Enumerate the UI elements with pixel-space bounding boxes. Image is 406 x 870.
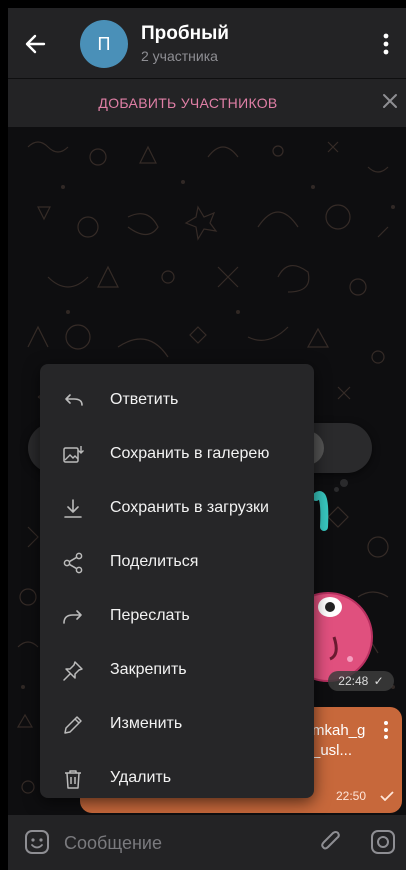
menu-label-forward: Переслать xyxy=(110,607,190,624)
menu-label-save-gallery: Сохранить в галерею xyxy=(110,445,270,462)
sticker-smile-icon xyxy=(25,830,49,854)
sticker-timestamp: 22:48 ✓ xyxy=(328,671,394,691)
paperclip-icon xyxy=(321,831,340,850)
sticker-time: 22:48 xyxy=(338,674,369,688)
menu-label-edit: Изменить xyxy=(110,715,183,732)
message-input[interactable]: Сообщение xyxy=(64,833,162,854)
reactions-tail-small xyxy=(334,487,339,492)
edit-icon xyxy=(64,716,82,734)
close-icon xyxy=(383,94,397,108)
file-name-line2: _usl... xyxy=(312,742,353,759)
file-menu-icon[interactable] xyxy=(380,719,392,741)
camera-button[interactable] xyxy=(370,829,396,855)
message-context-menu: Ответить Сохранить в галерею Сохранить в… xyxy=(40,364,314,798)
chat-header: П Пробный 2 участника xyxy=(8,8,406,79)
file-name-line1: mkah_g xyxy=(312,722,366,739)
avatar-letter: П xyxy=(97,33,111,54)
add-members-button[interactable]: ДОБАВИТЬ УЧАСТНИКОВ xyxy=(8,95,368,111)
reactions-tail xyxy=(340,479,348,487)
attach-button[interactable] xyxy=(318,829,344,855)
save-gallery-icon xyxy=(63,446,84,463)
menu-item-delete[interactable]: Удалить xyxy=(40,752,314,806)
reply-icon xyxy=(65,394,83,406)
add-members-bar: ДОБАВИТЬ УЧАСТНИКОВ xyxy=(8,79,406,127)
file-timestamp: 22:50 xyxy=(336,789,367,803)
menu-label-save-downloads: Сохранить в загрузки xyxy=(110,499,269,516)
close-add-bar-button[interactable] xyxy=(380,91,400,111)
menu-item-reply[interactable]: Ответить xyxy=(40,374,314,428)
menu-item-forward[interactable]: Переслать xyxy=(40,590,314,644)
read-check-icon: ✓ xyxy=(373,674,384,688)
menu-item-edit[interactable]: Изменить xyxy=(40,698,314,752)
share-icon xyxy=(63,552,83,574)
back-button[interactable] xyxy=(22,30,50,58)
chat-screen: П Пробный 2 участника ДОБАВИТЬ УЧАСТНИКО… xyxy=(8,8,406,870)
download-icon xyxy=(64,499,82,518)
more-vertical-icon xyxy=(383,33,389,55)
menu-label-delete: Удалить xyxy=(110,769,172,786)
avatar[interactable]: П xyxy=(80,20,128,68)
sent-check-icon xyxy=(380,791,394,801)
menu-label-share: Поделиться xyxy=(110,553,199,570)
forward-icon xyxy=(63,610,82,624)
pin-icon xyxy=(63,661,83,681)
chat-subtitle: 2 участника xyxy=(141,48,218,64)
message-input-bar: Сообщение xyxy=(8,815,406,870)
emoji-button[interactable] xyxy=(24,829,50,855)
delete-icon xyxy=(65,770,81,789)
more-options-button[interactable] xyxy=(376,30,396,58)
camera-icon xyxy=(371,830,395,854)
chat-title[interactable]: Пробный xyxy=(141,23,229,45)
menu-item-save-gallery[interactable]: Сохранить в галерею xyxy=(40,428,314,482)
menu-label-pin: Закрепить xyxy=(110,661,187,678)
menu-item-pin[interactable]: Закрепить xyxy=(40,644,314,698)
menu-item-share[interactable]: Поделиться xyxy=(40,536,314,590)
file-name: mkah_g _usl... xyxy=(312,721,372,761)
arrow-left-icon xyxy=(25,34,46,54)
menu-label-reply: Ответить xyxy=(110,391,179,408)
menu-item-save-downloads[interactable]: Сохранить в загрузки xyxy=(40,482,314,536)
